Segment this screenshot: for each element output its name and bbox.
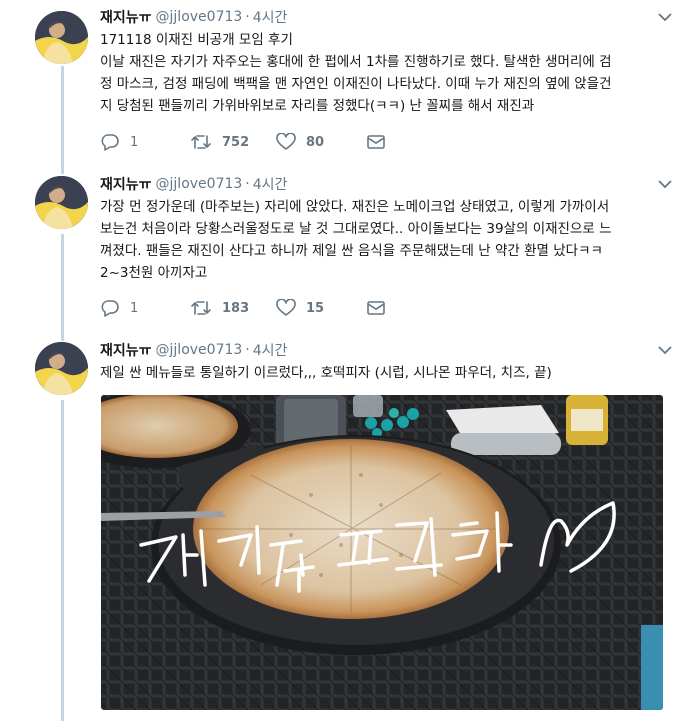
retweet-button[interactable]: 183 <box>190 299 276 317</box>
like-icon <box>276 299 296 316</box>
avatar[interactable] <box>35 342 88 395</box>
tweet-actions: 1 183 15 <box>100 298 678 318</box>
chevron-down-icon[interactable] <box>656 341 674 359</box>
retweet-icon <box>191 135 211 149</box>
chevron-down-icon[interactable] <box>656 8 674 26</box>
tweet-text-line: 가장 먼 정가운데 (마주보는) 자리에 앉았다. 재진은 노메이크업 상태였고… <box>100 199 610 215</box>
retweet-icon <box>191 301 211 315</box>
tweet-text-line: 이날 재진은 자기가 자주오는 홍대에 한 펍에서 1차를 진행하기로 했다. … <box>100 54 612 70</box>
chevron-down-icon[interactable] <box>656 175 674 193</box>
tweet-text-line: 171118 이재진 비공개 모임 후기 <box>100 32 293 48</box>
retweet-button[interactable]: 752 <box>190 133 276 151</box>
dm-button[interactable] <box>366 133 442 151</box>
timestamp[interactable]: 4시간 <box>253 7 288 27</box>
reply-icon <box>101 134 119 151</box>
tweet-text-line: 껴졌다. 팬들은 재진이 산다고 하니까 제일 싼 음식을 주문해댔는데 난 약… <box>100 243 603 259</box>
like-count: 15 <box>306 300 325 316</box>
display-name[interactable]: 재지뉴ㅠ <box>100 7 152 27</box>
like-button[interactable]: 15 <box>276 299 366 317</box>
reply-icon <box>101 300 119 317</box>
reply-button[interactable]: 1 <box>100 299 190 317</box>
tweet-text: 171118 이재진 비공개 모임 후기 이날 재진은 자기가 자주오는 홍대에… <box>100 29 678 117</box>
tweet[interactable]: 재지뉴ㅠ @jjlove0713 · 4시간 가장 먼 정가운데 (마주보는) … <box>0 170 700 335</box>
dm-button[interactable] <box>366 299 442 317</box>
separator-dot: · <box>245 342 250 358</box>
retweet-count: 752 <box>222 134 250 150</box>
avatar[interactable] <box>35 11 88 64</box>
tweet-text-line: 지 당첨된 팬들끼리 가위바위보로 자리를 정했다(ㅋㅋ) 난 꼴찌를 해서 재… <box>100 98 535 114</box>
user-handle[interactable]: @jjlove0713 <box>156 9 243 25</box>
tweet-text-line: 정 마스크, 검정 패딩에 백팩을 맨 자연인 이재진이 나타났다. 이때 누가… <box>100 76 612 92</box>
tweet-text-line: 보는건 처음이라 당황스러울정도로 날 것 그대로였다.. 아이돌보다는 39살… <box>100 221 612 237</box>
dm-icon <box>367 301 385 315</box>
reply-count: 1 <box>130 300 139 316</box>
tweet-text: 제일 싼 메뉴들로 통일하기 이르렀다,,, 호떡피자 (시럽, 시나몬 파우더… <box>100 362 678 384</box>
user-handle[interactable]: @jjlove0713 <box>156 176 243 192</box>
tweet[interactable]: 재지뉴ㅠ @jjlove0713 · 4시간 171118 이재진 비공개 모임… <box>0 0 700 165</box>
tweet-text-line: 제일 싼 메뉴들로 통일하기 이르렀다,,, 호떡피자 (시럽, 시나몬 파우더… <box>100 365 552 381</box>
tweet-header: 재지뉴ㅠ @jjlove0713 · 4시간 <box>100 6 678 28</box>
separator-dot: · <box>245 176 250 192</box>
display-name[interactable]: 재지뉴ㅠ <box>100 174 152 194</box>
reply-button[interactable]: 1 <box>100 133 190 151</box>
dm-icon <box>367 135 385 149</box>
tweet-header: 재지뉴ㅠ @jjlove0713 · 4시간 <box>100 339 678 361</box>
tweet-text-line: 2~3천원 아끼자고 <box>100 265 208 281</box>
like-icon <box>276 133 296 150</box>
tweet-actions: 1 752 80 <box>100 132 678 152</box>
timestamp[interactable]: 4시간 <box>253 174 288 194</box>
like-count: 80 <box>306 134 325 150</box>
tweet-header: 재지뉴ㅠ @jjlove0713 · 4시간 <box>100 173 678 195</box>
retweet-count: 183 <box>222 300 250 316</box>
display-name[interactable]: 재지뉴ㅠ <box>100 340 152 360</box>
tweet-text: 가장 먼 정가운데 (마주보는) 자리에 앉았다. 재진은 노메이크업 상태였고… <box>100 196 678 284</box>
timestamp[interactable]: 4시간 <box>253 340 288 360</box>
separator-dot: · <box>245 9 250 25</box>
tweet-photo[interactable] <box>101 395 663 710</box>
user-handle[interactable]: @jjlove0713 <box>156 342 243 358</box>
like-button[interactable]: 80 <box>276 133 366 151</box>
avatar[interactable] <box>35 176 88 229</box>
reply-count: 1 <box>130 134 139 150</box>
